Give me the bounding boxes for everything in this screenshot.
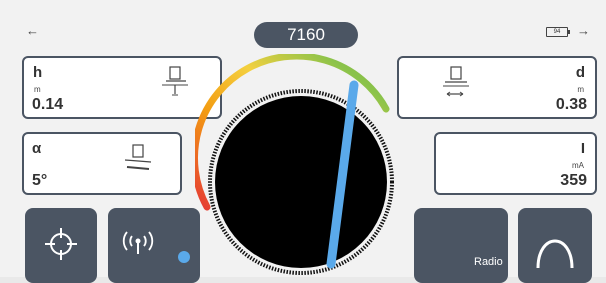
signal-button[interactable] [108, 208, 200, 283]
h-unit: m [34, 85, 41, 94]
locator-screen: ← 94 → 7160 h m 0.14 α 5° d m 0.38 I mA … [0, 0, 606, 283]
peak-arc-icon [536, 239, 574, 269]
d-card: d m 0.38 [397, 56, 597, 119]
h-card: h m 0.14 [22, 56, 222, 119]
current-value: 359 [560, 172, 587, 189]
d-label: d [575, 64, 585, 81]
radio-label: Radio [474, 256, 503, 268]
battery-indicator: 94 [546, 27, 570, 37]
radio-mode-button[interactable] [414, 208, 508, 283]
d-unit: m [577, 85, 584, 94]
alpha-card: α 5° [22, 132, 182, 195]
d-value: 0.38 [555, 96, 587, 113]
signal-status-dot [178, 251, 190, 263]
peak-mode-button[interactable] [518, 208, 592, 283]
current-unit: mA [572, 161, 584, 170]
arrow-left-icon[interactable]: ← [26, 23, 39, 38]
dial-face [215, 96, 387, 268]
alpha-value: 5° [32, 172, 48, 189]
tilt-figure-icon [124, 144, 152, 170]
h-label: h [33, 64, 43, 81]
current-label: I [580, 140, 585, 157]
offset-figure-icon [443, 66, 469, 97]
direction-dial [195, 54, 394, 275]
locate-button[interactable] [25, 208, 97, 283]
current-card: I mA 359 [434, 132, 597, 195]
id-pill: 7160 [254, 22, 358, 48]
crosshair-icon [45, 228, 77, 260]
alpha-label: α [32, 140, 42, 157]
radio-signal-icon [122, 231, 154, 254]
arrow-right-icon[interactable]: → [577, 23, 590, 38]
depth-figure-icon [162, 66, 188, 96]
h-value: 0.14 [32, 96, 64, 113]
